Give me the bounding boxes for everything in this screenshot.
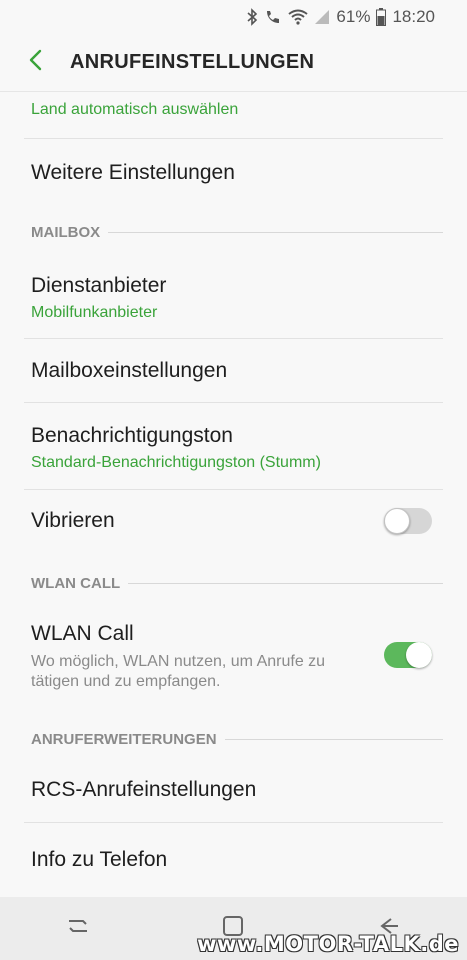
section-header-mailbox: MAILBOX xyxy=(31,224,443,241)
more-settings-title: Weitere Einstellungen xyxy=(31,161,235,184)
section-label: WLAN CALL xyxy=(31,575,121,592)
signal-icon xyxy=(314,9,330,25)
notification-tone-row[interactable]: Benachrichtigungston Standard-Benachrich… xyxy=(0,403,467,489)
wlan-call-toggle[interactable] xyxy=(384,642,432,668)
section-header-call-extensions: ANRUFERWEITERUNGEN xyxy=(31,731,443,748)
provider-subtitle: Mobilfunkanbieter xyxy=(31,304,158,321)
clock: 18:20 xyxy=(392,7,435,26)
toggle-knob xyxy=(406,642,432,668)
wifi-icon xyxy=(288,9,309,25)
recent-apps-icon xyxy=(68,920,87,932)
provider-title: Dienstanbieter xyxy=(31,274,167,297)
bluetooth-icon xyxy=(246,8,258,26)
vibrate-title: Vibrieren xyxy=(31,509,115,532)
section-label: ANRUFERWEITERUNGEN xyxy=(31,731,217,748)
provider-row[interactable]: Dienstanbieter Mobilfunkanbieter xyxy=(0,262,467,338)
recent-apps-button[interactable] xyxy=(66,915,90,942)
back-arrow-icon xyxy=(28,49,42,76)
vibrate-toggle[interactable] xyxy=(384,508,432,534)
notification-tone-title: Benachrichtigungston xyxy=(31,424,233,447)
watermark-logo: www.MOTOR-TALK.de xyxy=(197,932,459,956)
status-bar: 61% 18:20 xyxy=(0,0,467,34)
battery-percent: 61% xyxy=(336,7,371,26)
page-title: ANRUFEINSTELLUNGEN xyxy=(70,51,315,73)
about-phone-title: Info zu Telefon xyxy=(31,848,168,871)
section-line xyxy=(224,739,443,740)
section-header-wlan-call: WLAN CALL xyxy=(31,575,443,592)
notification-tone-subtitle: Standard-Benachrichtigungston (Stumm) xyxy=(31,454,321,471)
mailbox-settings-row[interactable]: Mailboxeinstellungen xyxy=(0,339,467,402)
wlan-call-description: Wo möglich, WLAN nutzen, um Anrufe zu tä… xyxy=(31,653,326,690)
section-label: MAILBOX xyxy=(31,224,101,241)
network-selection-subtitle: Land automatisch auswählen xyxy=(31,101,239,118)
rcs-settings-row[interactable]: RCS-Anrufeinstellungen xyxy=(0,758,467,822)
about-phone-row[interactable]: Info zu Telefon xyxy=(0,823,467,897)
section-line xyxy=(128,583,443,584)
toggle-knob xyxy=(384,508,410,534)
wlan-call-title: WLAN Call xyxy=(31,622,134,645)
app-bar: ANRUFEINSTELLUNGEN xyxy=(0,34,467,92)
more-settings-row[interactable]: Weitere Einstellungen xyxy=(0,139,467,207)
battery-icon xyxy=(376,8,387,26)
rcs-settings-title: RCS-Anrufeinstellungen xyxy=(31,778,257,801)
back-button[interactable] xyxy=(0,34,70,92)
network-selection-row[interactable]: Land automatisch auswählen xyxy=(0,92,467,138)
section-line xyxy=(108,232,443,233)
mailbox-settings-title: Mailboxeinstellungen xyxy=(31,359,228,382)
wifi-call-icon xyxy=(264,8,282,26)
